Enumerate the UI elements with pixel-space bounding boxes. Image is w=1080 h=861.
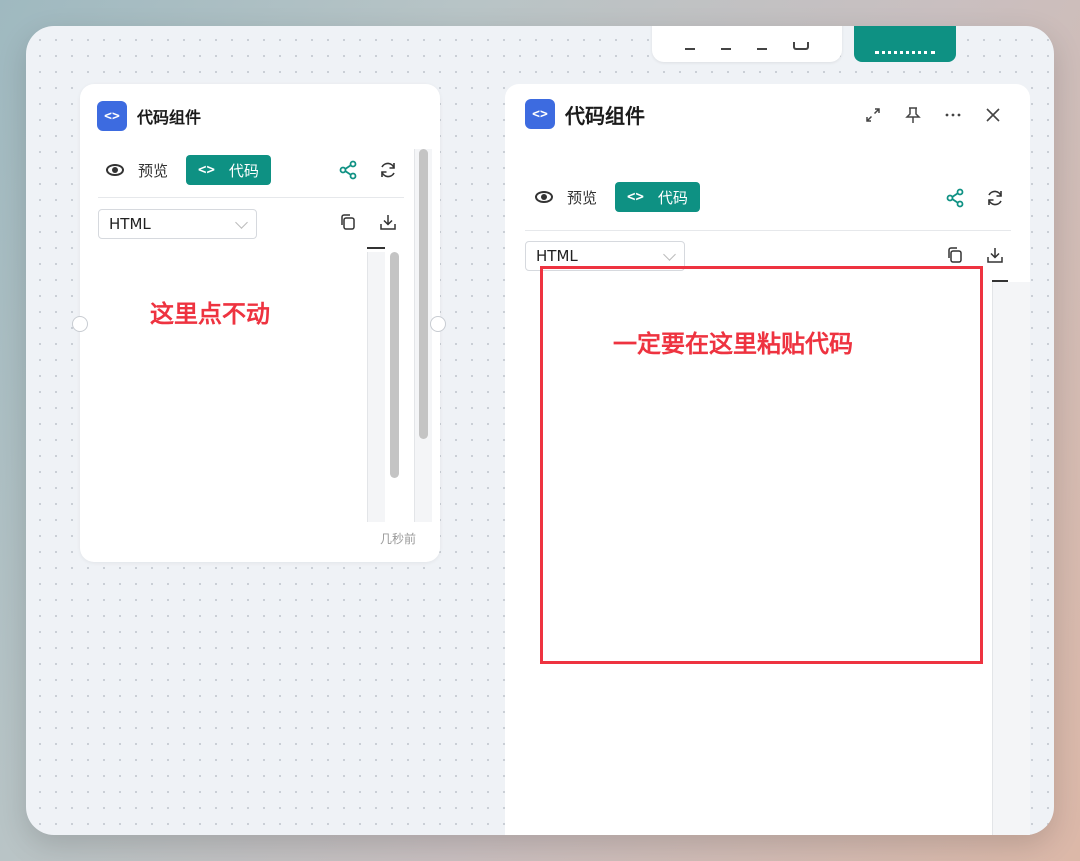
card-tools — [338, 160, 398, 180]
refresh-icon[interactable] — [378, 160, 398, 180]
card-scrollbar[interactable] — [419, 149, 428, 439]
window-controls — [864, 106, 1002, 124]
connection-handle-right[interactable] — [430, 316, 446, 332]
editor-scrollbar[interactable] — [390, 252, 399, 478]
divider — [525, 230, 1011, 231]
editor-scroll-track[interactable] — [992, 282, 1030, 835]
timestamp: 几秒前 — [380, 532, 417, 546]
card-header: <> 代码组件 — [525, 99, 645, 129]
more-icon[interactable] — [944, 106, 962, 124]
code-icon: <> — [198, 162, 215, 178]
code-icon: <> — [525, 99, 555, 129]
language-select[interactable]: HTML — [98, 209, 257, 239]
toolbar-tool-icon[interactable] — [685, 48, 695, 50]
canvas-frame: <> 代码组件 预览 <> 代码 HTML 这里点不动 几秒前 <> 代码组件 … — [26, 26, 1054, 835]
refresh-icon[interactable] — [985, 188, 1005, 208]
annotation-left: 这里点不动 — [150, 300, 270, 328]
download-icon[interactable] — [379, 213, 397, 231]
code-component-card-left[interactable]: <> 代码组件 预览 <> 代码 HTML 这里点不动 几秒前 — [80, 84, 440, 562]
download-icon[interactable] — [986, 246, 1004, 264]
code-icon: <> — [97, 101, 127, 131]
top-toolbar — [652, 26, 842, 62]
top-action-button[interactable] — [854, 26, 956, 62]
share-icon[interactable] — [338, 160, 358, 180]
card-title: 代码组件 — [565, 103, 645, 128]
tab-preview[interactable]: 预览 — [98, 156, 176, 185]
view-tabs: 预览 <> 代码 — [527, 182, 700, 212]
view-tabs: 预览 <> 代码 — [98, 155, 271, 185]
card-title: 代码组件 — [137, 108, 202, 127]
chevron-down-icon — [663, 247, 676, 261]
card-tools — [945, 188, 1005, 208]
annotation-right: 一定要在这里粘贴代码 — [613, 330, 853, 358]
copy-icon[interactable] — [946, 246, 964, 264]
tab-preview[interactable]: 预览 — [527, 183, 605, 212]
pin-icon[interactable] — [904, 106, 922, 124]
eye-icon — [106, 164, 124, 176]
close-icon[interactable] — [984, 106, 1002, 124]
toolbar-tool-icon[interactable] — [757, 48, 767, 50]
divider — [98, 197, 404, 198]
share-icon[interactable] — [945, 188, 965, 208]
toolbar-tool-icon[interactable] — [721, 48, 731, 50]
card-header: <> 代码组件 — [97, 101, 201, 131]
tab-code[interactable]: <> 代码 — [615, 182, 700, 212]
editor-scroll-track[interactable] — [367, 252, 385, 522]
expand-icon[interactable] — [864, 106, 882, 124]
eye-icon — [535, 191, 553, 203]
toolbar-tool-icon[interactable] — [793, 42, 809, 50]
chevron-down-icon — [235, 215, 248, 229]
editor-cursor — [367, 247, 385, 249]
code-icon: <> — [627, 189, 644, 205]
connection-handle-left[interactable] — [72, 316, 88, 332]
tab-code[interactable]: <> 代码 — [186, 155, 271, 185]
copy-icon[interactable] — [339, 213, 357, 231]
code-component-card-right[interactable]: <> 代码组件 预览 <> 代码 HTML 一定要在这里粘贴代码 — [505, 84, 1030, 835]
